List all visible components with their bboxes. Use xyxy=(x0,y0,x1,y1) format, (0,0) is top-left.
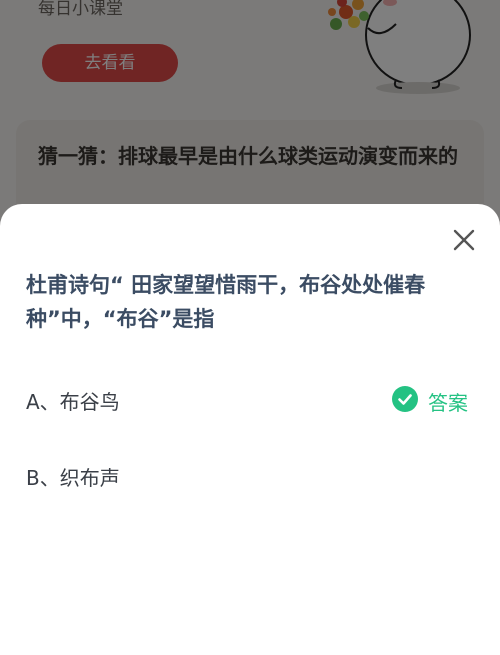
answer-label: 答案 xyxy=(428,391,468,415)
option-a[interactable]: A、布谷鸟 xyxy=(26,386,120,415)
option-b[interactable]: B、织布声 xyxy=(26,462,120,491)
close-icon[interactable] xyxy=(450,226,478,254)
answer-sheet: 杜甫诗句“ 田家望望惜雨干，布谷处处催春种”中，“布谷”是指 A、布谷鸟 答案 … xyxy=(0,204,500,655)
question-text: 杜甫诗句“ 田家望望惜雨干，布谷处处催春种”中，“布谷”是指 xyxy=(26,273,426,331)
check-circle-icon xyxy=(392,386,418,412)
